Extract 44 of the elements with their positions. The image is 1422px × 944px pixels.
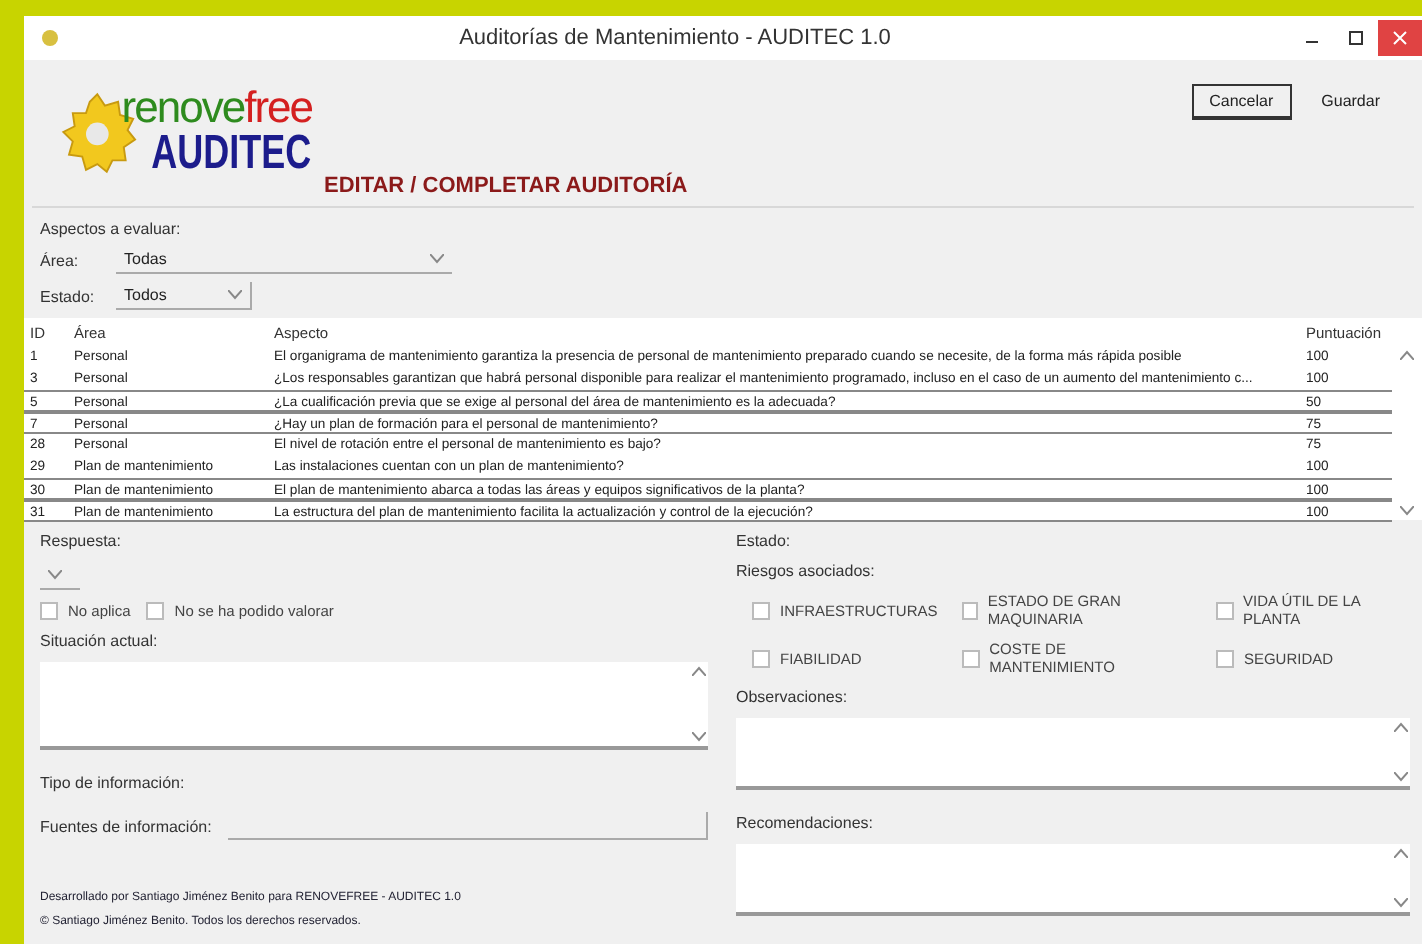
chevron-down-icon[interactable] bbox=[48, 570, 62, 580]
checkbox[interactable] bbox=[961, 649, 980, 667]
logo-text: renovefree bbox=[121, 86, 312, 130]
scroll-up-icon[interactable] bbox=[1393, 722, 1407, 732]
close-icon bbox=[1392, 30, 1408, 46]
checkbox[interactable] bbox=[752, 601, 770, 619]
scroll-up-icon[interactable] bbox=[691, 666, 705, 676]
situation-textarea[interactable] bbox=[40, 662, 708, 750]
recommendations-label: Recomendaciones: bbox=[736, 814, 875, 832]
checkbox[interactable] bbox=[1215, 649, 1234, 667]
scroll-down-icon[interactable] bbox=[691, 732, 705, 742]
window-title: Auditorías de Mantenimiento - AUDITEC 1.0 bbox=[457, 26, 893, 50]
observations-textarea[interactable] bbox=[736, 718, 1410, 790]
app-icon bbox=[40, 28, 60, 48]
checkbox[interactable] bbox=[752, 649, 770, 667]
scroll-down-icon[interactable] bbox=[1393, 898, 1407, 908]
scroll-down-icon[interactable] bbox=[1400, 506, 1414, 516]
maximize-icon bbox=[1348, 30, 1364, 46]
page-title: EDITAR / COMPLETAR AUDITORÍA bbox=[324, 174, 688, 198]
section-label: Aspectos a evaluar: bbox=[40, 220, 183, 238]
checkbox[interactable] bbox=[1215, 601, 1234, 619]
checkbox[interactable] bbox=[40, 602, 58, 620]
area-label: Área: bbox=[40, 251, 81, 269]
info-sources-label: Fuentes de información: bbox=[40, 817, 212, 835]
status-label: Estado: bbox=[736, 532, 793, 550]
chevron-down-icon[interactable] bbox=[430, 254, 444, 264]
situation-label: Situación actual: bbox=[40, 632, 160, 650]
close-button[interactable] bbox=[1378, 20, 1422, 56]
scroll-up-icon[interactable] bbox=[1400, 350, 1414, 360]
logo-product: AUDITEC bbox=[152, 130, 312, 178]
status-label: Estado: bbox=[40, 287, 97, 305]
area-dropdown[interactable]: Todas bbox=[116, 246, 452, 274]
info-type-label: Tipo de información: bbox=[40, 774, 185, 792]
status-dropdown[interactable]: Todos bbox=[116, 282, 252, 310]
chevron-down-icon[interactable] bbox=[228, 290, 242, 300]
checkbox[interactable] bbox=[146, 602, 165, 620]
answer-label: Respuesta: bbox=[40, 532, 123, 550]
scroll-down-icon[interactable] bbox=[1393, 772, 1407, 782]
observations-label: Observaciones: bbox=[736, 688, 850, 706]
recommendations-textarea[interactable] bbox=[736, 844, 1410, 916]
cancel-button[interactable]: Cancelar bbox=[1191, 84, 1292, 120]
scroll-up-icon[interactable] bbox=[1393, 848, 1407, 858]
risks-label: Riesgos asociados: bbox=[736, 562, 877, 580]
checkbox[interactable] bbox=[961, 601, 978, 619]
